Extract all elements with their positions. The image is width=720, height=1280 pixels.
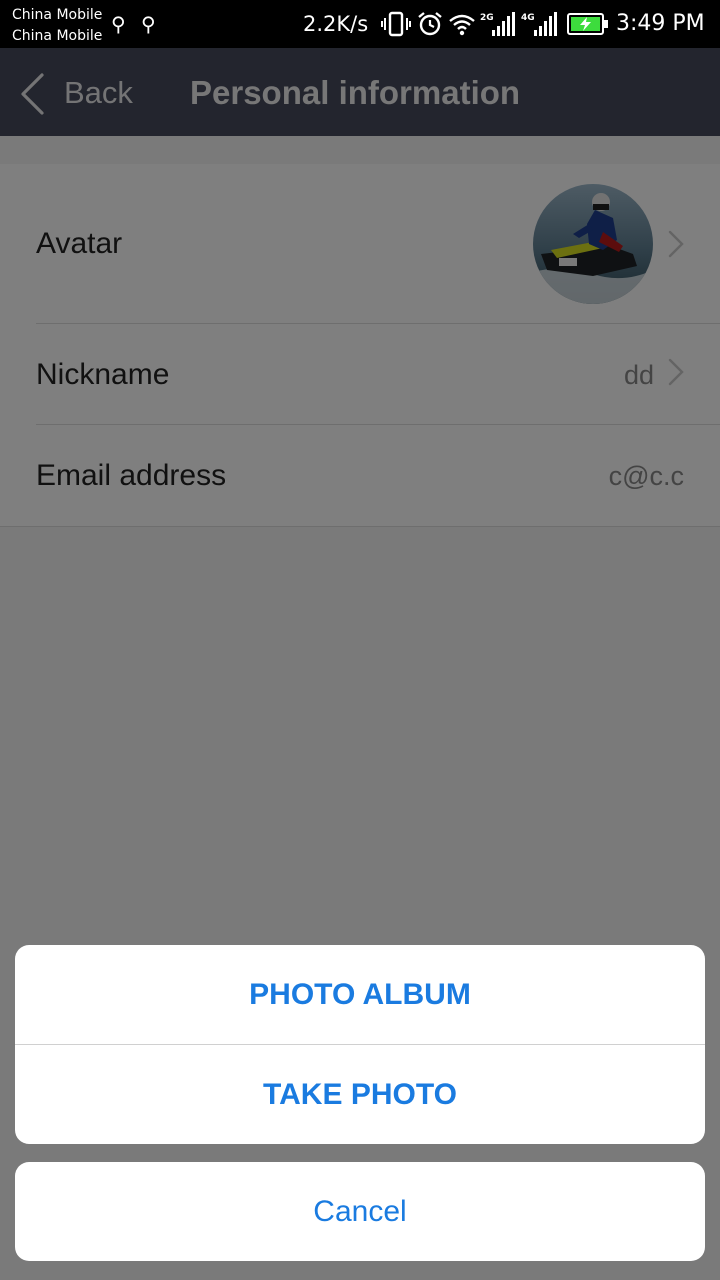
carrier-names: China Mobile China Mobile	[12, 5, 102, 47]
sheet-divider	[15, 1044, 705, 1045]
alarm-icon	[418, 12, 442, 36]
battery-charging-icon	[567, 13, 608, 35]
svg-text:4G: 4G	[521, 13, 535, 23]
take-photo-button[interactable]: TAKE PHOTO	[15, 1077, 705, 1113]
svg-text:2G: 2G	[480, 13, 494, 23]
clock: 3:49 PM	[616, 11, 705, 36]
cancel-button[interactable]: Cancel	[15, 1162, 705, 1261]
cancel-label: Cancel	[313, 1195, 407, 1228]
signal-icon: 4G	[521, 12, 557, 36]
signal-icon: 2G	[480, 12, 515, 36]
usb-icon: ⚲	[111, 12, 126, 36]
vibrate-icon	[381, 11, 411, 37]
photo-action-sheet: PHOTO ALBUM TAKE PHOTO	[15, 945, 705, 1144]
usb-icon: ⚲	[141, 12, 156, 36]
status-bar: China Mobile China Mobile ⚲ ⚲ 2.2K/s 2G …	[0, 0, 720, 48]
carrier-name-sim2: China Mobile	[12, 28, 103, 44]
carrier-name-sim1: China Mobile	[12, 7, 103, 23]
photo-album-button[interactable]: PHOTO ALBUM	[15, 977, 705, 1013]
wifi-icon	[449, 14, 475, 36]
network-speed: 2.2K/s	[303, 12, 369, 36]
